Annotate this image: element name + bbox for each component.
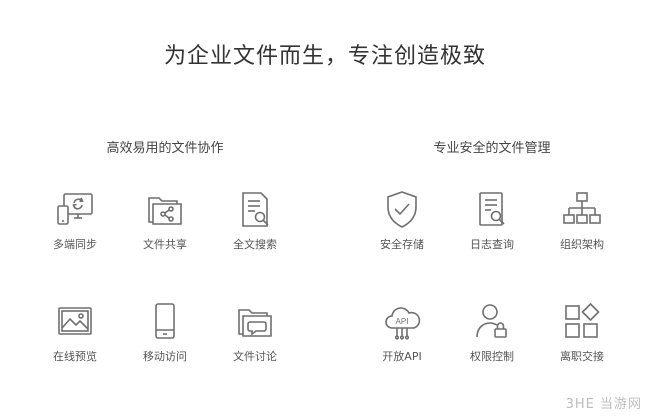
- feature-multi-device-sync[interactable]: 多端同步: [35, 188, 115, 252]
- watermark: 3HE 当游网: [565, 397, 642, 412]
- api-cloud-icon: API: [380, 300, 424, 344]
- multi-device-sync-icon: [53, 188, 97, 232]
- feature-online-preview[interactable]: 在线预览: [35, 300, 115, 364]
- feature-label: 开放API: [382, 350, 422, 363]
- feature-label: 全文搜索: [233, 238, 277, 251]
- feature-secure-storage[interactable]: 安全存储: [362, 188, 442, 252]
- headline: 为企业文件而生，专注创造极致: [163, 44, 486, 69]
- image-preview-icon: [53, 300, 97, 344]
- feature-label: 组织架构: [560, 238, 604, 251]
- log-search-icon: [470, 188, 514, 232]
- folder-chat-icon: [233, 300, 277, 344]
- feature-label: 权限控制: [470, 350, 514, 363]
- feature-label: 多端同步: [53, 238, 97, 251]
- feature-label: 移动访问: [143, 350, 187, 363]
- feature-full-text-search[interactable]: 全文搜索: [215, 188, 295, 252]
- feature-open-api[interactable]: API 开放API: [362, 300, 442, 364]
- user-lock-icon: [470, 300, 514, 344]
- shield-check-icon: [380, 188, 424, 232]
- feature-label: 在线预览: [53, 350, 97, 363]
- mobile-phone-icon: [143, 300, 187, 344]
- org-chart-icon: [560, 188, 604, 232]
- feature-label: 文件共享: [143, 238, 187, 251]
- section-title-management: 专业安全的文件管理: [433, 141, 551, 156]
- handover-grid-icon: [560, 300, 604, 344]
- feature-label: 文件讨论: [233, 350, 277, 363]
- section-title-collaboration: 高效易用的文件协作: [106, 141, 224, 156]
- document-search-icon: [233, 188, 277, 232]
- feature-label: 离职交接: [560, 350, 604, 363]
- folder-share-icon: [143, 188, 187, 232]
- feature-resignation-handover[interactable]: 离职交接: [542, 300, 622, 364]
- feature-label: 日志查询: [470, 238, 514, 251]
- feature-permission-control[interactable]: 权限控制: [452, 300, 532, 364]
- feature-file-discussion[interactable]: 文件讨论: [215, 300, 295, 364]
- feature-file-share[interactable]: 文件共享: [125, 188, 205, 252]
- feature-mobile-access[interactable]: 移动访问: [125, 300, 205, 364]
- feature-label: 安全存储: [380, 238, 424, 251]
- feature-org-structure[interactable]: 组织架构: [542, 188, 622, 252]
- api-badge-text: API: [396, 317, 409, 326]
- feature-log-query[interactable]: 日志查询: [452, 188, 532, 252]
